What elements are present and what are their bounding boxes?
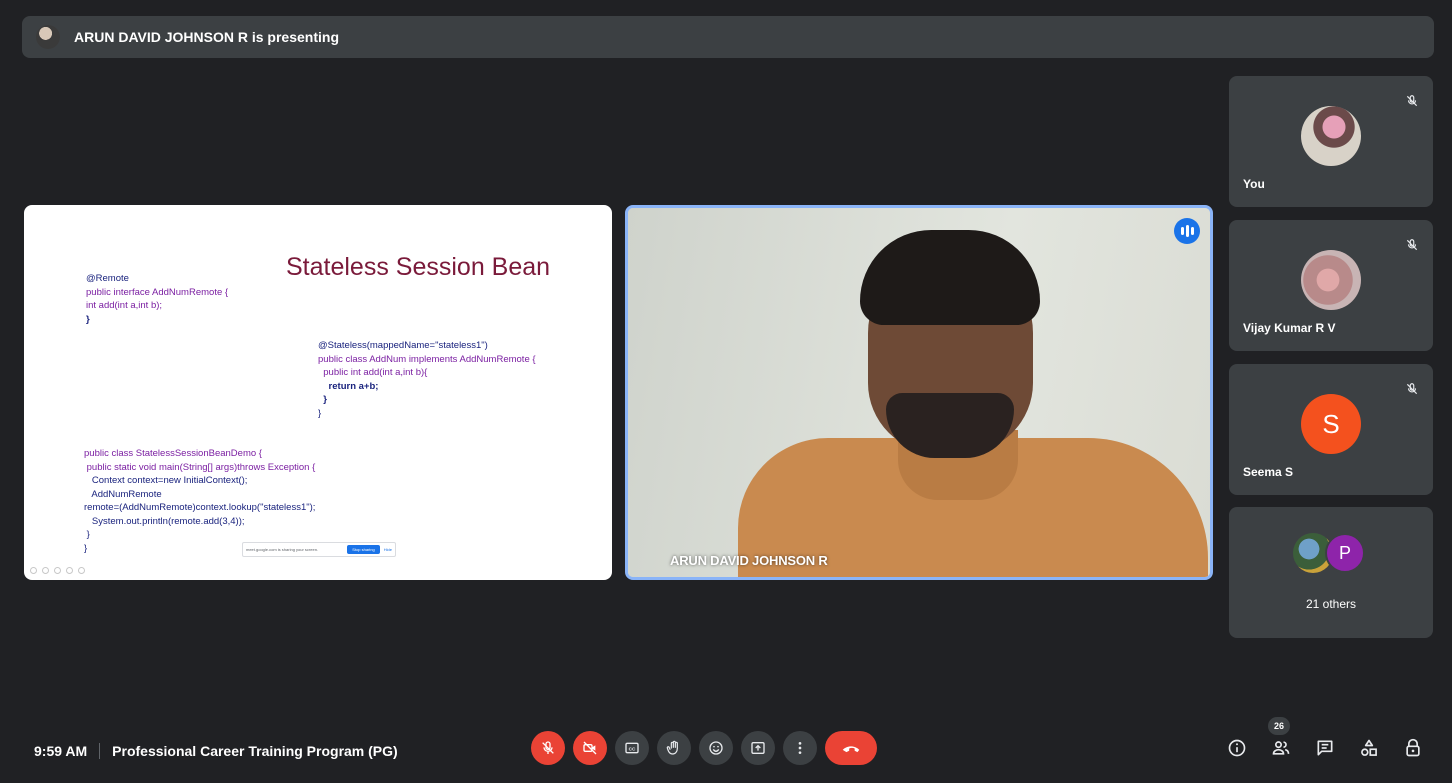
hang-up-icon (842, 746, 860, 753)
people-icon (1272, 741, 1290, 755)
participant-name: Vijay Kumar R V (1243, 321, 1336, 335)
code-line: public int add(int a,int b){ (318, 367, 428, 378)
code-line: System.out.println(remote.add(3,4)); (84, 515, 245, 527)
reactions-button[interactable] (699, 731, 733, 765)
mic-off-icon (1401, 90, 1423, 112)
slide-control-icon[interactable] (66, 567, 73, 574)
presenter-avatar (36, 25, 60, 49)
mic-off-icon (542, 741, 554, 754)
code-line: Context context=new InitialContext(); (84, 475, 248, 486)
slide-control-icon[interactable] (78, 567, 85, 574)
presenting-banner: ARUN DAVID JOHNSON R is presenting (22, 16, 1434, 58)
slide-controls (30, 567, 85, 574)
mic-off-icon (1401, 378, 1423, 400)
demo-code-block: public class StatelessSessionBeanDemo { … (84, 447, 315, 555)
captions-icon: CC (625, 742, 639, 754)
slide-control-icon[interactable] (42, 567, 49, 574)
participant-name: Seema S (1243, 465, 1294, 479)
code-line: } (84, 529, 90, 540)
present-screen-button[interactable] (741, 731, 775, 765)
divider (99, 743, 101, 759)
participant-tile-vijay[interactable]: Vijay Kumar R V (1229, 220, 1433, 351)
activities-button[interactable] (1354, 733, 1384, 763)
camera-off-icon (583, 741, 597, 755)
code-line: public static void main(String[] args)th… (84, 461, 316, 473)
code-line: public class StatelessSessionBeanDemo { (84, 448, 262, 459)
code-line: } (86, 313, 90, 325)
host-controls-button[interactable] (1398, 733, 1428, 763)
presenter-name: ARUN DAVID JOHNSON R (670, 553, 828, 568)
meeting-title: Professional Career Training Program (PG… (112, 743, 398, 759)
slide-control-icon[interactable] (30, 567, 37, 574)
screen-share-notice: meet.google.com is sharing your screen. … (242, 542, 396, 557)
current-time: 9:59 AM (34, 743, 88, 759)
more-vert-icon (798, 742, 802, 754)
code-line: @Stateless(mappedName="stateless1") (318, 340, 488, 351)
code-line: } (318, 407, 322, 419)
call-controls: CC (531, 731, 877, 765)
participant-tile-seema[interactable]: S Seema S (1229, 364, 1433, 495)
raise-hand-button[interactable] (657, 731, 691, 765)
shared-screen[interactable]: Stateless Session Bean @Remote public int… (24, 205, 612, 580)
emoji-icon (709, 741, 723, 755)
people-button[interactable]: 26 (1266, 717, 1296, 763)
chat-button[interactable] (1310, 733, 1340, 763)
meeting-details-button[interactable] (1222, 733, 1252, 763)
microphone-toggle-button[interactable] (531, 731, 565, 765)
participant-avatar (1301, 106, 1361, 166)
side-panel-controls: 26 (1222, 717, 1428, 763)
stop-sharing-button[interactable]: Stop sharing (347, 545, 380, 554)
hand-icon (666, 740, 678, 755)
people-count-badge: 26 (1268, 717, 1290, 735)
participant-avatar: S (1301, 394, 1361, 454)
presenter-video-tile[interactable]: ARUN DAVID JOHNSON R (625, 205, 1213, 580)
code-line: } (318, 394, 327, 405)
code-line: return a+b; (318, 380, 379, 392)
interface-code-block: @Remote public interface AddNumRemote { in… (86, 272, 228, 326)
activities-icon (1361, 739, 1377, 756)
code-line: public interface AddNumRemote { (86, 286, 229, 298)
participant-name: You (1243, 177, 1265, 191)
meeting-info: 9:59 AM Professional Career Training Pro… (34, 743, 398, 759)
leave-call-button[interactable] (825, 731, 877, 765)
svg-text:CC: CC (629, 746, 636, 751)
code-line: remote=(AddNumRemote)context.lookup("sta… (84, 502, 316, 513)
code-line: @Remote (86, 273, 129, 284)
slide-title: Stateless Session Bean (286, 253, 551, 281)
code-line: int add(int a,int b); (86, 300, 163, 311)
present-icon (751, 742, 765, 754)
presenting-text: ARUN DAVID JOHNSON R is presenting (74, 29, 339, 45)
mic-off-icon (1401, 234, 1423, 256)
chat-icon (1317, 740, 1333, 756)
more-options-button[interactable] (783, 731, 817, 765)
class-code-block: @Stateless(mappedName="stateless1") publi… (318, 339, 536, 420)
speaking-indicator-icon (1174, 218, 1200, 244)
bottom-bar: 9:59 AM Professional Career Training Pro… (0, 717, 1452, 778)
info-icon (1228, 739, 1246, 757)
slide-control-icon[interactable] (54, 567, 61, 574)
code-line: public class AddNum implements AddNumRem… (318, 353, 536, 365)
participant-avatar: P (1325, 533, 1365, 573)
others-tile[interactable]: P 21 others (1229, 507, 1433, 638)
participant-avatar (1301, 250, 1361, 310)
lock-person-icon (1406, 738, 1420, 757)
others-count: 21 others (1305, 597, 1357, 611)
code-line: AddNumRemote (84, 488, 162, 500)
participant-tile-you[interactable]: You (1229, 76, 1433, 207)
hide-button[interactable]: Hide (384, 547, 392, 552)
captions-button[interactable]: CC (615, 731, 649, 765)
camera-toggle-button[interactable] (573, 731, 607, 765)
share-message: meet.google.com is sharing your screen. (246, 547, 319, 552)
